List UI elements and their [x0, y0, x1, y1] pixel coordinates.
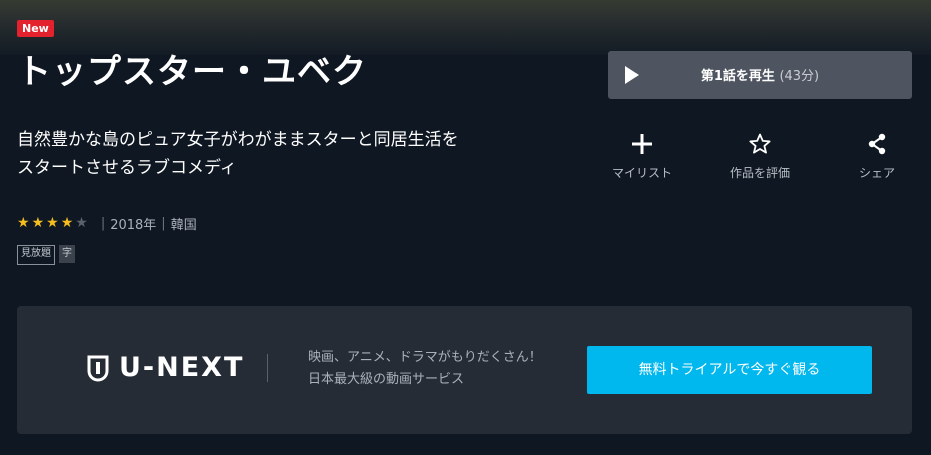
meta-separator: | — [161, 215, 166, 231]
promo-line-1: 映画、アニメ、ドラマがもりだくさん！ — [308, 350, 542, 365]
free-trial-button[interactable]: 無料トライアルで今すぐ観る — [587, 346, 872, 394]
synopsis-line-1: 自然豊かな島のピュア女子がわがままスターと同居生活を — [17, 130, 459, 150]
star-filled-icon: ★ — [31, 215, 45, 231]
mylist-button[interactable]: マイリスト — [602, 132, 682, 181]
play-button-label: 第1話を再生 — [700, 69, 775, 84]
share-icon — [837, 132, 917, 162]
star-filled-icon: ★ — [17, 215, 30, 231]
promo-divider — [267, 354, 268, 382]
star-empty-icon: ★ — [75, 215, 88, 231]
unext-promo-panel: U-NEXT 映画、アニメ、ドラマがもりだくさん！ 日本最大級の動画サービス 無… — [17, 306, 912, 434]
page-title: トップスター・ユベク — [17, 52, 367, 92]
unext-logo-text: U-NEXT — [119, 352, 245, 383]
share-button[interactable]: シェア — [837, 132, 917, 181]
share-label: シェア — [858, 166, 895, 180]
promo-tagline: 映画、アニメ、ドラマがもりだくさん！ 日本最大級の動画サービス — [308, 347, 542, 391]
subtitle-badge: 字 — [59, 245, 75, 263]
synopsis-line-2: スタートさせるラブコメディ — [17, 158, 237, 178]
new-badge: New — [17, 20, 54, 37]
unlimited-badge: 見放題 — [17, 245, 55, 265]
play-duration: (43分) — [779, 69, 820, 84]
rate-title-label: 作品を評価 — [729, 166, 790, 180]
release-year: 2018年 — [110, 217, 157, 233]
star-filled-icon: ★ — [60, 215, 74, 231]
star-outline-icon — [720, 132, 800, 162]
meta-separator: | — [100, 215, 106, 231]
title-detail-page: New トップスター・ユベク 第1話を再生 (43分) 自然豊かな島のピュア女子… — [0, 0, 931, 455]
title-meta: ★ ★ ★ ★ ★ | 2018年 | 韓国 — [17, 213, 197, 233]
unext-logo: U-NEXT — [87, 352, 244, 383]
promo-line-2: 日本最大級の動画サービス — [308, 372, 465, 387]
unext-shield-icon — [87, 354, 109, 382]
play-button-text: 第1話を再生 (43分) — [608, 65, 912, 84]
rate-title-button[interactable]: 作品を評価 — [720, 132, 800, 181]
country: 韓国 — [170, 217, 197, 233]
play-episode-button[interactable]: 第1話を再生 (43分) — [608, 51, 912, 99]
star-filled-icon: ★ — [46, 215, 59, 231]
plus-icon — [602, 132, 682, 162]
synopsis: 自然豊かな島のピュア女子がわがままスターと同居生活を スタートさせるラブコメディ — [17, 126, 537, 182]
rating-stars: ★ ★ ★ ★ ★ — [17, 213, 90, 233]
title-tags: 見放題 字 — [17, 245, 79, 265]
mylist-label: マイリスト — [611, 166, 672, 180]
